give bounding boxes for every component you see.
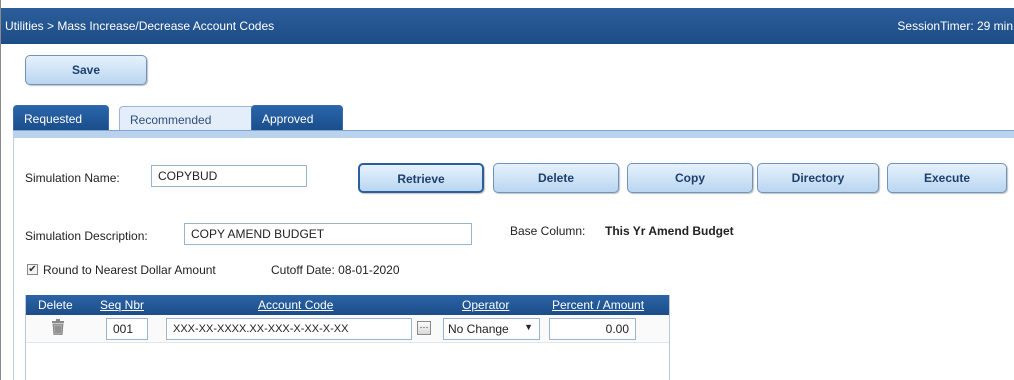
breadcrumb: Utilities > Mass Increase/Decrease Accou… [5,19,275,33]
checkmark-icon: ✔ [28,264,37,275]
account-code-grid: Delete Seq Nbr Account Code Operator Per… [25,295,670,380]
save-button[interactable]: Save [25,55,147,85]
simulation-description-input[interactable] [184,223,472,245]
col-seq-nbr[interactable]: Seq Nbr [100,298,144,312]
account-code-input[interactable] [166,318,412,340]
delete-button[interactable]: Delete [493,163,619,193]
directory-button[interactable]: Directory [757,163,879,193]
operator-select[interactable]: No Change ▼ [443,318,540,340]
grid-header: Delete Seq Nbr Account Code Operator Per… [26,295,669,315]
copy-button[interactable]: Copy [627,163,753,193]
execute-button[interactable]: Execute [887,163,1007,193]
base-column-value: This Yr Amend Budget [605,224,734,238]
percent-amount-input[interactable] [549,318,636,340]
operator-value: No Change [448,322,509,336]
cutoff-date: Cutoff Date: 08-01-2020 [271,263,400,277]
round-checkbox-label: Round to Nearest Dollar Amount [43,263,216,277]
tab-recommended[interactable]: Recommended [119,106,255,132]
round-checkbox[interactable]: ✔ [27,264,38,275]
trash-icon[interactable] [51,319,65,335]
retrieve-button[interactable]: Retrieve [358,163,484,193]
simulation-name-label: Simulation Name: [25,171,120,185]
base-column-label: Base Column: [510,224,586,238]
seq-nbr-input[interactable] [106,318,148,340]
session-timer: SessionTimer: 29 min [897,19,1013,33]
col-percent-amount[interactable]: Percent / Amount [552,298,644,312]
chevron-down-icon: ▼ [524,322,533,332]
tab-underline [13,130,1014,138]
ellipsis-icon[interactable]: ⋯ [417,321,431,335]
tab-requested[interactable]: Requested [13,105,109,131]
col-operator[interactable]: Operator [462,298,509,312]
app-frame: Utilities > Mass Increase/Decrease Accou… [0,0,1014,380]
col-delete: Delete [38,298,73,312]
col-account-code[interactable]: Account Code [258,298,333,312]
simulation-description-label: Simulation Description: [25,229,148,243]
title-bar: Utilities > Mass Increase/Decrease Accou… [1,8,1014,44]
table-row: ⋯ No Change ▼ [26,315,669,343]
simulation-name-input[interactable] [151,165,307,187]
tab-approved[interactable]: Approved [251,105,343,131]
